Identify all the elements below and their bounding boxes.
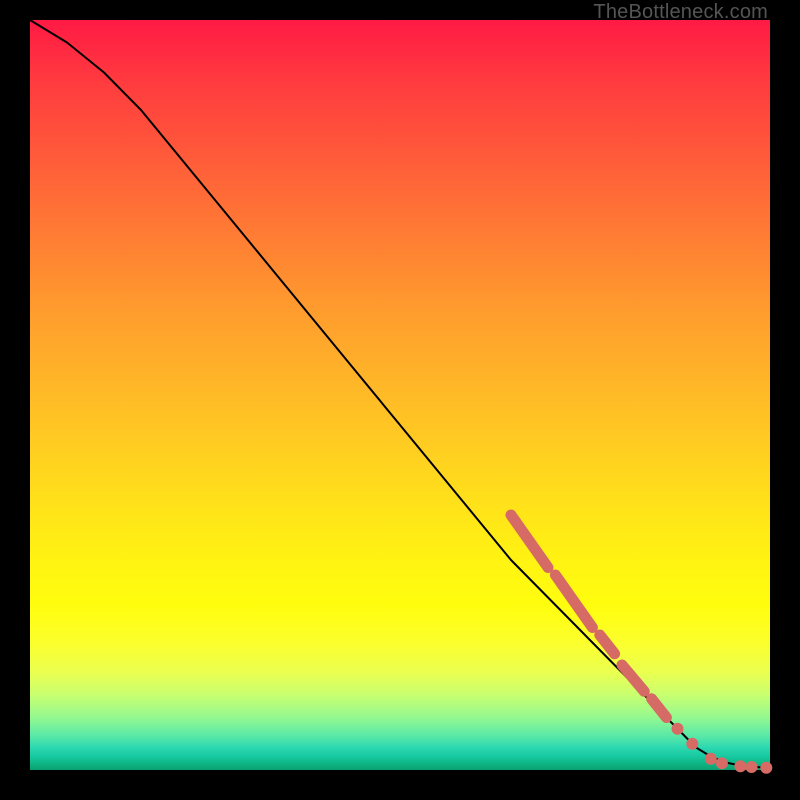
scatter-dot xyxy=(746,761,758,773)
scatter-dot xyxy=(716,757,728,769)
scatter-dot xyxy=(734,760,746,772)
highlight-segments xyxy=(511,515,666,718)
scatter-dots xyxy=(672,723,773,774)
chart-overlay xyxy=(30,20,770,770)
chart-frame: TheBottleneck.com xyxy=(0,0,800,800)
scatter-dot xyxy=(672,723,684,735)
scatter-dot xyxy=(705,753,717,765)
highlight-segment xyxy=(622,665,644,691)
bottleneck-curve xyxy=(30,20,770,768)
scatter-dot xyxy=(686,738,698,750)
scatter-dot xyxy=(760,762,772,774)
highlight-segment xyxy=(555,575,592,628)
plot-area xyxy=(30,20,770,770)
highlight-segment xyxy=(652,699,667,718)
highlight-segment xyxy=(511,515,548,568)
